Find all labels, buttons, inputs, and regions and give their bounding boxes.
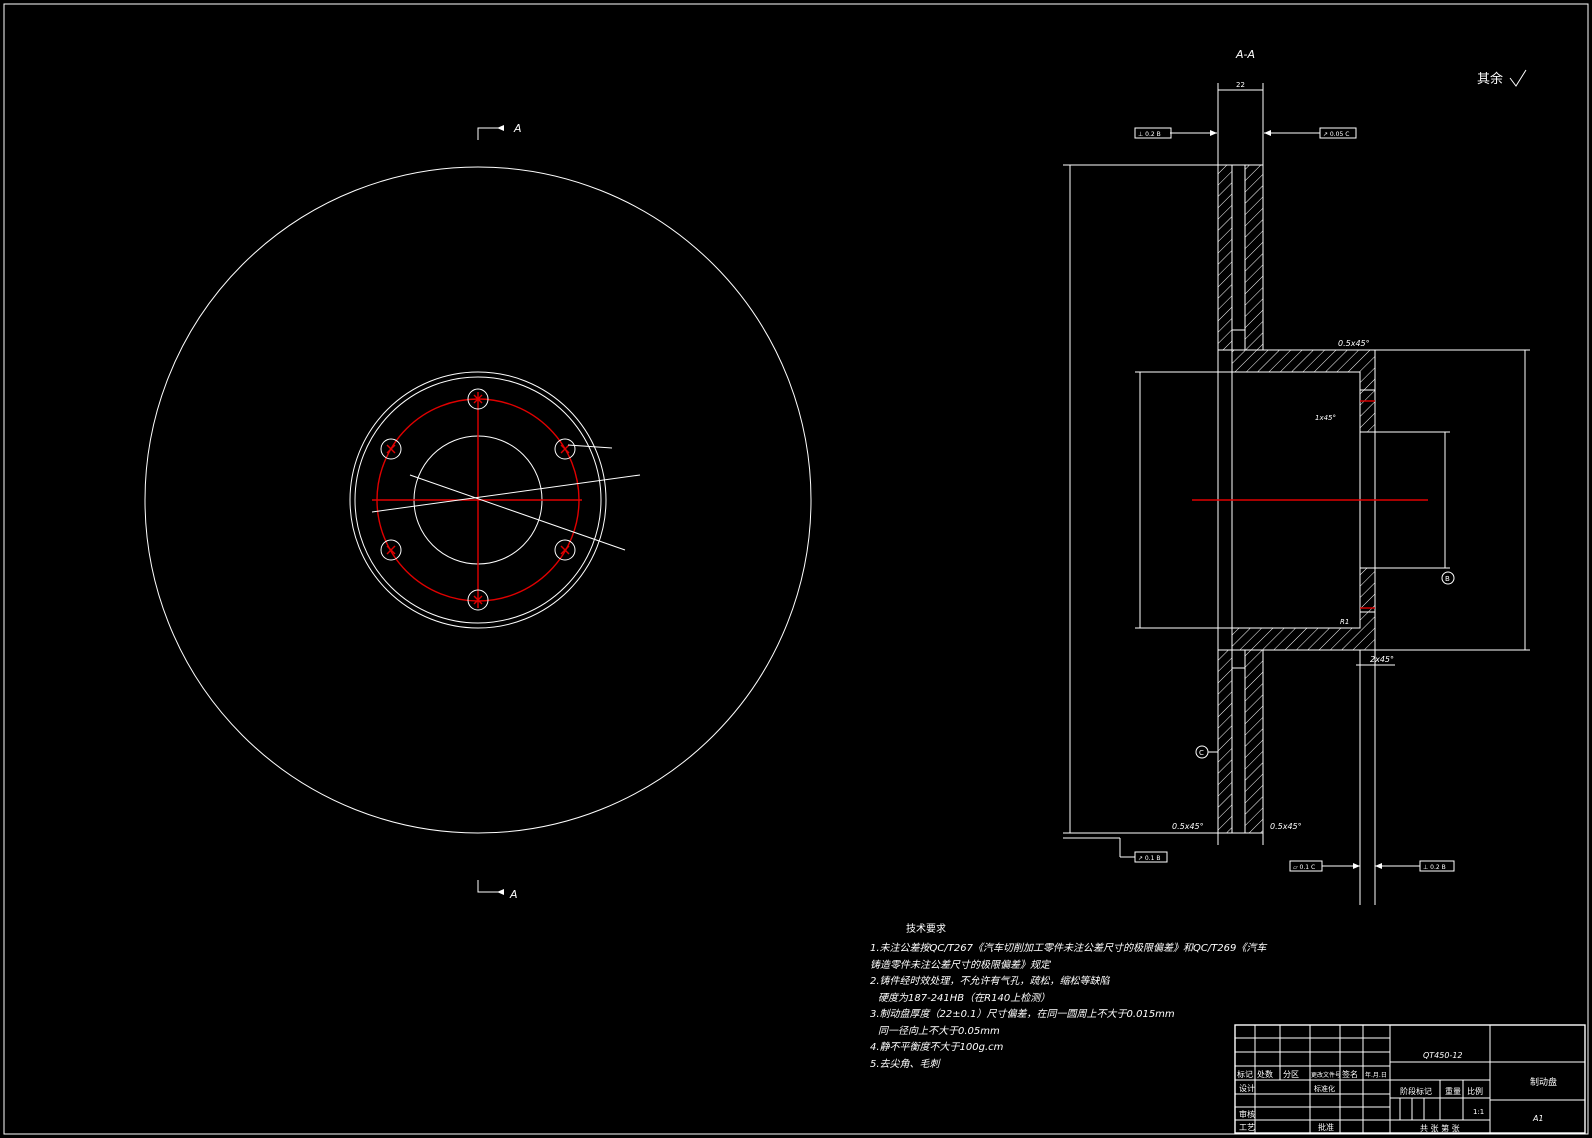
svg-text:↗ 0.1 B: ↗ 0.1 B <box>1138 855 1161 862</box>
tech-note-line: 4.静不平衡度不大于100g.cm <box>870 1042 1004 1053</box>
bolt-hole <box>380 438 402 460</box>
svg-text:审核: 审核 <box>1239 1109 1255 1119</box>
radius-label: R1 <box>1340 618 1349 626</box>
svg-text:⊥ 0.2 B: ⊥ 0.2 B <box>1423 864 1446 871</box>
svg-text:标记: 标记 <box>1237 1069 1253 1079</box>
tech-note-line: 5.去尖角、毛刺 <box>870 1058 940 1070</box>
roughness-note: 其余 <box>1477 71 1503 87</box>
svg-text:设计: 设计 <box>1239 1083 1255 1093</box>
tech-notes-title: 技术要求 <box>906 924 946 935</box>
disc-wall-upper-right <box>1244 164 1264 351</box>
bolt-hole <box>380 539 402 561</box>
section-marker-bottom-label: A <box>509 888 518 901</box>
svg-text:工艺: 工艺 <box>1239 1123 1255 1132</box>
hub-upper <box>1218 349 1376 391</box>
chamfer-low: 2x45° <box>1370 655 1394 664</box>
disc-wall-upper-left <box>1217 164 1233 351</box>
vent-slot-lower <box>1231 667 1246 834</box>
section-marker-bottom: A <box>477 880 518 901</box>
tech-note-line: 硬度为187-241HB（在R140上检测） <box>878 992 1051 1004</box>
svg-text:年.月.日: 年.月.日 <box>1365 1071 1387 1079</box>
svg-text:重量: 重量 <box>1445 1086 1461 1096</box>
datum-b: B <box>1445 575 1450 583</box>
svg-text:共 张 第 张: 共 张 第 张 <box>1420 1123 1460 1133</box>
disc-wall-lower-left <box>1217 649 1233 834</box>
svg-text:分区: 分区 <box>1283 1070 1299 1079</box>
svg-text:签名: 签名 <box>1342 1069 1358 1079</box>
fcf-bottom-left: ↗ 0.1 B <box>1134 851 1168 863</box>
svg-text:比例: 比例 <box>1467 1086 1483 1096</box>
svg-text:▱ 0.1 C: ▱ 0.1 C <box>1293 864 1315 871</box>
tb-part-name: 制动盘 <box>1530 1076 1557 1088</box>
tech-note-line: 铸造零件未注公差尺寸的极限偏差》规定 <box>870 959 1050 971</box>
fcf-bottom-mid: ▱ 0.1 C <box>1289 860 1323 872</box>
thickness-dim: 22 <box>1236 81 1245 89</box>
datum-c: C <box>1199 749 1204 757</box>
bolt-hole <box>554 438 576 460</box>
section-marker-top-label: A <box>513 122 522 135</box>
section-title: A-A <box>1235 48 1255 61</box>
tech-note-line: 3.制动盘厚度（22±0.1）尺寸偏差，在同一圆周上不大于0.015mm <box>870 1009 1175 1020</box>
tech-note-line: 1.未注公差按QC/T267《汽车切削加工零件未注公差尺寸的极限偏差》和QC/T… <box>870 943 1267 954</box>
chamfer-top: 0.5x45° <box>1338 339 1370 348</box>
fcf-top-left: ⊥ 0.2 B <box>1134 127 1172 139</box>
tech-note-line: 2.铸件经时效处理，不允许有气孔，疏松，缩松等缺陷 <box>870 976 1110 987</box>
tb-sheet-size: A1 <box>1532 1114 1544 1123</box>
svg-text:阶段标记: 阶段标记 <box>1400 1086 1432 1096</box>
tb-scale: 1:1 <box>1473 1108 1484 1116</box>
chamfer-bottom-left: 0.5x45° <box>1172 822 1204 831</box>
technical-requirements: 技术要求 1.未注公差按QC/T267《汽车切削加工零件未注公差尺寸的极限偏差》… <box>870 920 1267 1073</box>
svg-text:更改文件号: 更改文件号 <box>1311 1071 1341 1079</box>
engineering-drawing: A A A-A 其余 22 ⊥ 0.2 B ↗ 0.05 C 0.5x45° 1… <box>3 3 1589 1135</box>
disc-wall-lower-right <box>1244 649 1264 834</box>
tb-material: QT450-12 <box>1423 1051 1463 1060</box>
svg-text:↗ 0.05 C: ↗ 0.05 C <box>1323 131 1349 138</box>
svg-text:⊥ 0.2 B: ⊥ 0.2 B <box>1138 131 1161 138</box>
roughness-symbol <box>1509 69 1527 87</box>
hub-lower <box>1218 611 1376 651</box>
vent-slot-upper <box>1231 164 1246 331</box>
chamfer-bottom-right: 0.5x45° <box>1270 822 1302 831</box>
section-marker-top: A <box>477 122 522 140</box>
tech-note-line: 同一径向上不大于0.05mm <box>878 1025 1000 1037</box>
fcf-bottom-right: ⊥ 0.2 B <box>1419 860 1455 872</box>
bolt-hole <box>554 539 576 561</box>
svg-text:批准: 批准 <box>1318 1122 1334 1132</box>
fcf-top-right: ↗ 0.05 C <box>1319 127 1357 139</box>
svg-text:标准化: 标准化 <box>1314 1084 1335 1093</box>
border-frame <box>3 3 1589 1135</box>
title-block: QT450-12 制动盘 A1 1:1 标记 处数 分区 更改文件号 签名 年.… <box>1234 1024 1586 1134</box>
svg-text:处数: 处数 <box>1257 1069 1273 1079</box>
section-view: A-A 其余 22 ⊥ 0.2 B ↗ 0.05 C 0.5x45° 1x45°… <box>1063 48 1530 905</box>
front-view: A A <box>144 122 812 901</box>
chamfer-mid: 1x45° <box>1315 414 1336 422</box>
